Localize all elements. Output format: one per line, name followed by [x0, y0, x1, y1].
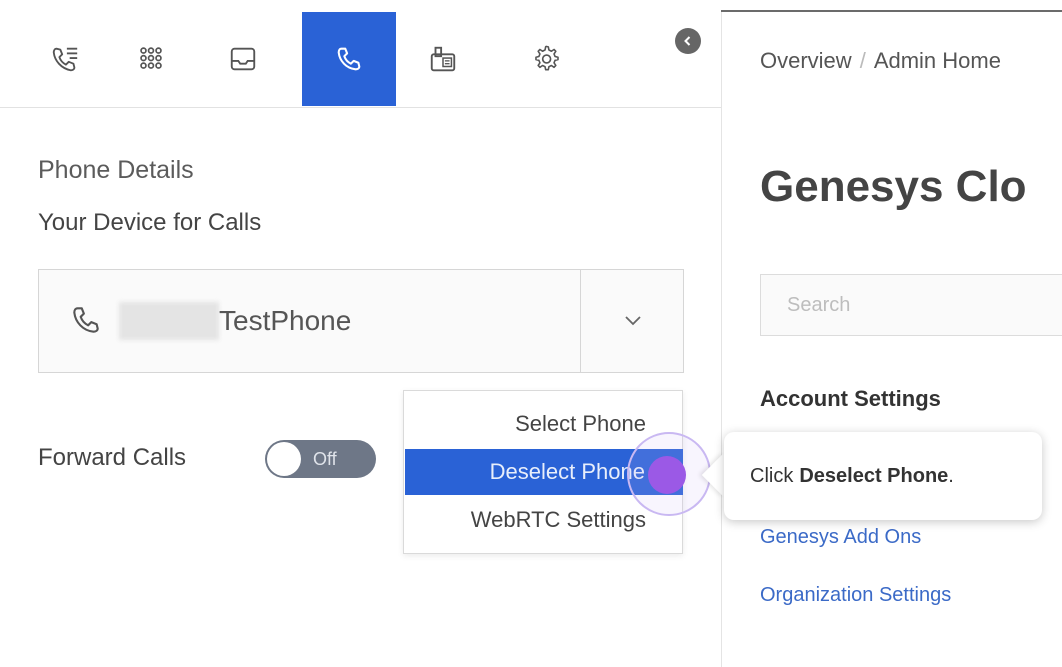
organization-settings-link[interactable]: Organization Settings: [760, 584, 951, 607]
forward-calls-label: Forward Calls: [38, 444, 187, 471]
admin-panel: Overview / Admin Home Genesys Clo Account …: [721, 12, 1062, 667]
inbox-button[interactable]: [196, 12, 290, 106]
call-history-icon: [52, 47, 78, 72]
phone-icon: [337, 47, 361, 71]
phone-button[interactable]: [302, 12, 396, 106]
breadcrumb-overview[interactable]: Overview: [760, 48, 852, 73]
page-title: Genesys Clo: [760, 162, 1027, 211]
tooltip-prefix: Click: [750, 464, 794, 487]
inbox-icon: [230, 47, 256, 71]
toggle-state-text: Off: [313, 449, 337, 469]
gear-icon: [535, 45, 559, 71]
breadcrumb-admin-home[interactable]: Admin Home: [874, 48, 1001, 73]
phone-icon: [73, 307, 99, 333]
search-box: [760, 274, 1062, 336]
apps-grid-button[interactable]: [104, 12, 198, 106]
fax-button[interactable]: [396, 12, 490, 106]
search-input[interactable]: [761, 275, 1062, 335]
forward-calls-toggle[interactable]: Off: [265, 440, 376, 478]
genesys-add-ons-link[interactable]: Genesys Add Ons: [760, 526, 921, 549]
redacted-text: [119, 302, 219, 340]
breadcrumb: Overview / Admin Home: [760, 48, 1001, 74]
account-settings-heading: Account Settings: [760, 386, 941, 411]
device-select[interactable]: TestPhone: [38, 269, 684, 373]
collapse-panel-button[interactable]: [675, 28, 701, 54]
click-indicator-dot: [648, 456, 686, 494]
fax-icon: [430, 46, 456, 72]
call-history-button[interactable]: [18, 12, 112, 106]
device-dropdown-button[interactable]: [581, 270, 684, 372]
chevron-left-icon: [684, 36, 691, 46]
apps-grid-icon: [140, 47, 162, 69]
settings-button[interactable]: [500, 12, 594, 106]
section-title: Phone Details: [38, 156, 194, 184]
breadcrumb-separator: /: [859, 48, 866, 73]
device-label: Your Device for Calls: [38, 209, 262, 236]
phone-details-panel: Phone Details Your Device for Calls Test…: [0, 0, 721, 667]
tooltip-bold-text: Deselect Phone: [799, 464, 949, 487]
tooltip: Click Deselect Phone.: [724, 432, 1042, 520]
toolbar: [0, 12, 721, 108]
device-name: TestPhone: [219, 305, 352, 336]
chevron-down-icon: [624, 316, 641, 326]
toggle-knob: [267, 442, 301, 476]
tooltip-suffix: .: [948, 464, 954, 487]
